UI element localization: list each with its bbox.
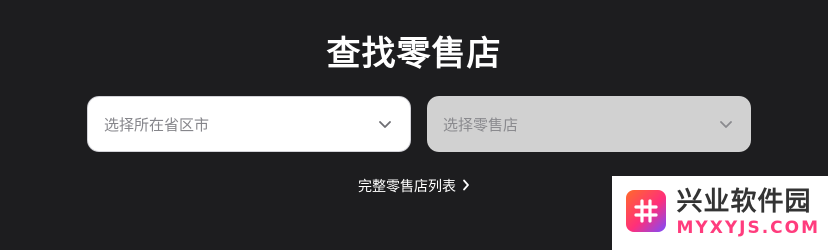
province-select-placeholder: 选择所在省区市 (104, 115, 210, 134)
hash-logo-icon (626, 190, 667, 232)
chevron-right-icon (462, 176, 470, 198)
province-select[interactable]: 选择所在省区市 (87, 96, 411, 152)
chevron-down-icon (378, 117, 392, 131)
chevron-down-icon (719, 117, 733, 131)
page-title: 查找零售店 (326, 34, 502, 74)
watermark-domain: MYXYJS.COM (676, 218, 820, 238)
watermark-name: 兴业软件园 (676, 187, 812, 217)
watermark: 兴业软件园 MYXYJS.COM (612, 176, 828, 250)
store-select[interactable]: 选择零售店 (427, 96, 751, 152)
store-select-placeholder: 选择零售店 (443, 115, 519, 134)
full-store-list-label: 完整零售店列表 (358, 179, 456, 195)
